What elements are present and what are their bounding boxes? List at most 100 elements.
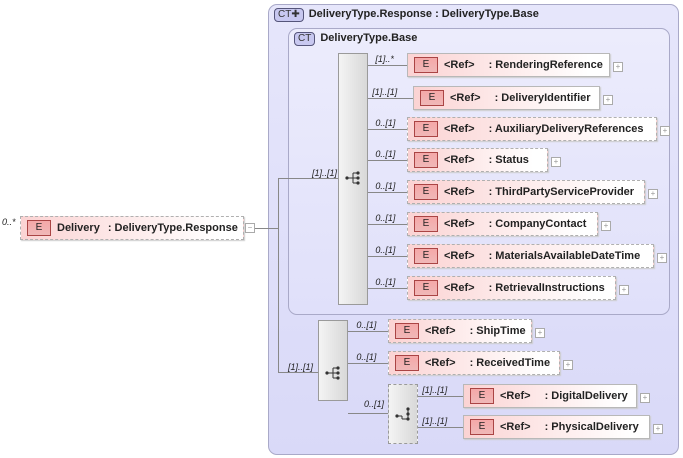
type-title: DeliveryType.Response : DeliveryType.Bas… xyxy=(308,8,539,20)
element-icon: E xyxy=(414,121,438,137)
root-element-delivery[interactable]: E Delivery : DeliveryType.Response xyxy=(20,216,244,240)
expand-button[interactable]: + xyxy=(563,360,573,370)
complex-type-base-title: CT DeliveryType.Base xyxy=(294,32,417,46)
element-name: : CompanyContact xyxy=(488,218,587,230)
ref-label: <Ref> xyxy=(444,59,475,71)
element-ref[interactable]: E <Ref> : RenderingReference xyxy=(407,53,610,77)
outer-sequence-compositor[interactable] xyxy=(318,320,348,401)
expand-button[interactable]: + xyxy=(660,126,670,136)
choice-icon xyxy=(395,407,411,421)
element-multiplicity: 0..[1] xyxy=(375,149,396,159)
element-icon: E xyxy=(414,280,438,296)
element-name: : RetrievalInstructions xyxy=(488,282,605,294)
collapse-button[interactable]: − xyxy=(245,223,255,233)
type-title: DeliveryType.Base xyxy=(320,32,418,44)
connector xyxy=(348,363,388,364)
connector xyxy=(418,427,463,428)
element-icon: E xyxy=(27,220,51,236)
ref-label: <Ref> xyxy=(444,282,475,294)
connector xyxy=(368,98,413,99)
element-ref[interactable]: E <Ref> : ReceivedTime xyxy=(388,351,560,375)
connector xyxy=(368,192,407,193)
expand-button[interactable]: + xyxy=(535,328,545,338)
element-icon: E xyxy=(414,57,438,73)
element-name: : Status xyxy=(488,154,529,166)
sequence-icon xyxy=(325,366,341,380)
complex-type-extension-icon: CT✚ xyxy=(274,8,304,22)
element-icon: E xyxy=(395,355,419,371)
expand-button[interactable]: + xyxy=(653,424,663,434)
connector xyxy=(348,413,388,414)
element-icon: E xyxy=(414,184,438,200)
element-name: : ThirdPartyServiceProvider xyxy=(488,186,635,198)
element-type: : DeliveryType.Response xyxy=(107,222,238,234)
element-ref[interactable]: E <Ref> : RetrievalInstructions xyxy=(407,276,616,300)
ref-label: <Ref> xyxy=(444,154,475,166)
element-icon: E xyxy=(395,323,419,339)
connector xyxy=(278,178,338,179)
expand-button[interactable]: + xyxy=(601,221,611,231)
element-icon: E xyxy=(414,248,438,264)
element-name: : PhysicalDelivery xyxy=(544,421,639,433)
element-multiplicity: 0..[1] xyxy=(375,118,396,128)
element-multiplicity: [1]..[1] xyxy=(422,416,448,426)
expand-button[interactable]: + xyxy=(619,285,629,295)
ref-label: <Ref> xyxy=(444,123,475,135)
sequence-multiplicity: [1]..[1] xyxy=(288,362,314,372)
expand-button[interactable]: + xyxy=(640,393,650,403)
connector xyxy=(368,256,407,257)
element-icon: E xyxy=(420,90,444,106)
element-multiplicity: 0..[1] xyxy=(375,245,396,255)
element-ref[interactable]: E <Ref> : DigitalDelivery xyxy=(463,384,637,408)
complex-type-response-title: CT✚ DeliveryType.Response : DeliveryType.… xyxy=(274,8,539,22)
complex-type-icon: CT xyxy=(294,32,316,46)
expand-button[interactable]: + xyxy=(603,95,613,105)
element-ref[interactable]: E <Ref> : ThirdPartyServiceProvider xyxy=(407,180,645,204)
element-multiplicity: [1]..[1] xyxy=(372,87,398,97)
connector xyxy=(368,160,407,161)
element-multiplicity: [1]..[1] xyxy=(422,385,448,395)
ref-label: <Ref> xyxy=(444,218,475,230)
element-ref[interactable]: E <Ref> : DeliveryIdentifier xyxy=(413,86,600,110)
element-multiplicity: 0..[1] xyxy=(356,320,377,330)
element-multiplicity: 0..[1] xyxy=(375,277,396,287)
element-name: : DeliveryIdentifier xyxy=(494,92,591,104)
element-ref[interactable]: E <Ref> : Status xyxy=(407,148,548,172)
connector xyxy=(278,178,279,373)
element-icon: E xyxy=(470,419,494,435)
element-name: : AuxiliaryDeliveryReferences xyxy=(488,123,644,135)
expand-button[interactable]: + xyxy=(613,62,623,72)
choice-multiplicity: 0..[1] xyxy=(364,399,385,409)
element-ref[interactable]: E <Ref> : ShipTime xyxy=(388,319,532,343)
element-multiplicity: 0..[1] xyxy=(375,181,396,191)
element-icon: E xyxy=(470,388,494,404)
connector xyxy=(348,331,388,332)
ref-label: <Ref> xyxy=(500,421,531,433)
element-name: Delivery xyxy=(57,222,100,234)
connector xyxy=(418,396,463,397)
element-name: : ShipTime xyxy=(469,325,526,337)
element-ref[interactable]: E <Ref> : AuxiliaryDeliveryReferences xyxy=(407,117,657,141)
element-multiplicity: [1]..* xyxy=(375,54,394,64)
root-multiplicity: 0..* xyxy=(2,217,16,227)
element-name: : ReceivedTime xyxy=(469,357,551,369)
element-name: : DigitalDelivery xyxy=(544,390,628,402)
ref-label: <Ref> xyxy=(444,250,475,262)
expand-button[interactable]: + xyxy=(648,189,658,199)
element-icon: E xyxy=(414,152,438,168)
connector xyxy=(368,65,407,66)
ref-label: <Ref> xyxy=(425,325,456,337)
ref-label: <Ref> xyxy=(500,390,531,402)
connector xyxy=(255,228,278,229)
element-multiplicity: 0..[1] xyxy=(375,213,396,223)
element-ref[interactable]: E <Ref> : PhysicalDelivery xyxy=(463,415,650,439)
connector xyxy=(368,224,407,225)
element-multiplicity: 0..[1] xyxy=(356,352,377,362)
expand-button[interactable]: + xyxy=(551,157,561,167)
element-icon: E xyxy=(414,216,438,232)
element-ref[interactable]: E <Ref> : MaterialsAvailableDateTime xyxy=(407,244,654,268)
expand-button[interactable]: + xyxy=(657,253,667,263)
connector xyxy=(278,372,318,373)
ref-label: <Ref> xyxy=(425,357,456,369)
element-ref[interactable]: E <Ref> : CompanyContact xyxy=(407,212,598,236)
